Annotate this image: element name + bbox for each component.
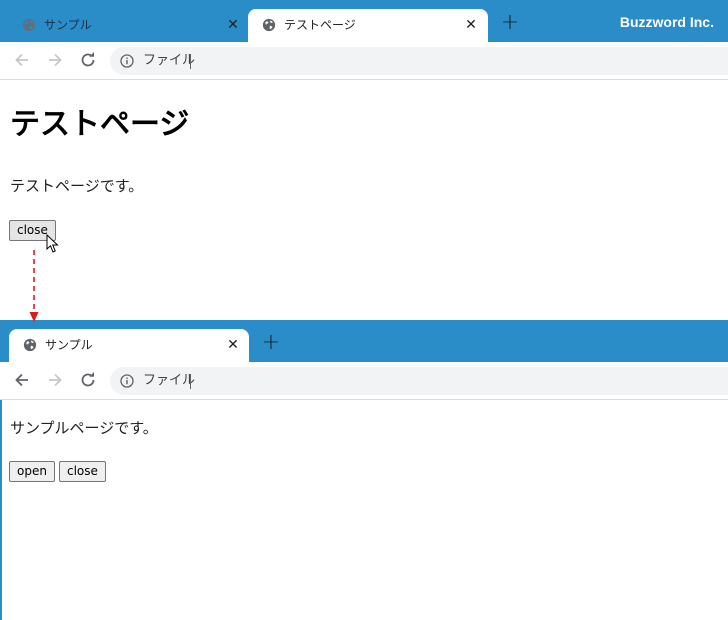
text-caret <box>190 54 191 69</box>
tab-strip: サンプル ✕ + <box>0 320 728 362</box>
brand-watermark: Buzzword Inc. <box>619 14 714 30</box>
reload-icon[interactable] <box>78 370 98 390</box>
text-caret <box>190 374 191 389</box>
browser-window-top: サンプル ✕ テストページ ✕ + Buzzword Inc. ファイル テスト… <box>0 0 728 320</box>
tab-title: サンプル <box>44 18 92 32</box>
close-icon[interactable]: ✕ <box>225 17 241 33</box>
page-heading: テストページ <box>10 107 190 142</box>
back-arrow-icon[interactable] <box>12 50 32 70</box>
open-button[interactable]: open <box>9 461 55 482</box>
plus-icon[interactable]: + <box>500 12 520 34</box>
address-scheme-label: ファイル <box>143 53 196 68</box>
mouse-cursor-icon <box>46 234 59 253</box>
globe-icon <box>22 18 36 32</box>
close-icon[interactable]: ✕ <box>463 17 479 33</box>
address-scheme-label: ファイル <box>143 373 196 388</box>
tab-sample[interactable]: サンプル ✕ <box>9 329 249 362</box>
globe-icon <box>262 18 276 32</box>
address-bar[interactable]: ファイル <box>110 47 728 75</box>
tab-strip: サンプル ✕ テストページ ✕ + Buzzword Inc. <box>0 0 728 42</box>
page-paragraph: サンプルページです。 <box>10 419 158 437</box>
plus-icon[interactable]: + <box>261 332 281 354</box>
globe-icon <box>23 338 37 352</box>
close-icon[interactable]: ✕ <box>225 337 241 353</box>
tab-title: サンプル <box>45 338 93 352</box>
toolbar: ファイル <box>0 42 728 80</box>
forward-arrow-icon[interactable] <box>45 370 65 390</box>
tab-sample[interactable]: サンプル ✕ <box>8 9 248 42</box>
close-button[interactable]: close <box>59 461 106 482</box>
forward-arrow-icon[interactable] <box>45 50 65 70</box>
reload-icon[interactable] <box>78 50 98 70</box>
dashed-arrow-icon <box>29 250 39 322</box>
tab-test-page[interactable]: テストページ ✕ <box>248 9 488 42</box>
page-paragraph: テストページです。 <box>10 177 144 195</box>
info-icon[interactable] <box>120 374 134 388</box>
tab-title: テストページ <box>284 18 356 32</box>
address-bar[interactable]: ファイル <box>110 367 728 395</box>
browser-window-bottom: サンプル ✕ + ファイル サンプルページです。 open close <box>0 320 728 620</box>
toolbar: ファイル <box>0 362 728 400</box>
back-arrow-icon[interactable] <box>12 370 32 390</box>
info-icon[interactable] <box>120 54 134 68</box>
